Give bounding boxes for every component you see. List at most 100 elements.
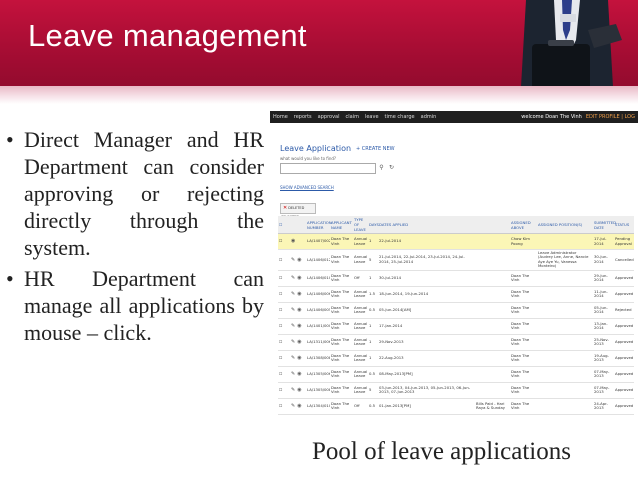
application-number[interactable]: LA/1311/0065 — [306, 334, 330, 351]
dates-applied: 17-Jan-2014 — [378, 318, 475, 335]
search-icon[interactable]: ⚲ — [377, 163, 386, 172]
row-checkbox[interactable]: ☐ — [278, 382, 290, 399]
table-row[interactable]: ☐✎◉LA/1305/0065Doan The VinhAnnual Leave… — [278, 366, 634, 383]
row-checkbox[interactable]: ☐ — [278, 366, 290, 383]
edit-icon[interactable]: ✎ — [291, 339, 295, 345]
leave-type: Off — [353, 270, 368, 287]
row-actions: ✎ ◉ — [290, 366, 306, 383]
assigned-above: Doan The Vinh — [510, 270, 537, 287]
nav-item-time-charge[interactable]: time charge — [385, 114, 415, 120]
table-row[interactable]: ☐✎◉LA/1308/0089Doan The VinhAnnual Leave… — [278, 350, 634, 367]
leave-type: Annual Leave — [353, 350, 368, 367]
search-input[interactable] — [280, 163, 376, 174]
table-row[interactable]: ☐✎◉LA/1305/0089Doan The VinhAnnual Leave… — [278, 382, 634, 399]
table-row[interactable]: ☐◉LA/1407/0020Doan The VinhAnnual Leave1… — [278, 233, 634, 250]
table-row[interactable]: ☐✎◉LA/1406/0123Doan The VinhAnnual Leave… — [278, 249, 634, 271]
column-header-assigned-positions[interactable]: ASSIGNED POSITION(S) — [537, 216, 593, 234]
refresh-icon[interactable]: ↻ — [387, 163, 396, 172]
column-header-applicant-name[interactable]: APPLICANT NAME — [330, 216, 353, 234]
edit-icon[interactable]: ✎ — [291, 403, 295, 409]
edit-icon[interactable]: ✎ — [291, 307, 295, 313]
application-number[interactable]: LA/1406/0101 — [306, 270, 330, 287]
nav-item-approval[interactable]: approval — [318, 114, 340, 120]
view-icon[interactable]: ◉ — [297, 355, 301, 361]
table-row[interactable]: ☐✎◉LA/1406/0069Doan The VinhAnnual Leave… — [278, 286, 634, 303]
table-row[interactable]: ☐✎◉LA/1406/0101Doan The VinhOff130-Jul-2… — [278, 270, 634, 287]
column-header-assigned-above[interactable]: ASSIGNED ABOVE — [510, 216, 537, 234]
row-checkbox[interactable]: ☐ — [278, 249, 290, 271]
edit-icon[interactable]: ✎ — [291, 291, 295, 297]
application-number[interactable]: LA/1305/0065 — [306, 366, 330, 383]
row-checkbox[interactable]: ☐ — [278, 270, 290, 287]
table-row[interactable]: ☐✎◉LA/1406/0058Doan The VinhAnnual Leave… — [278, 302, 634, 319]
edit-profile-link[interactable]: EDIT PROFILE | LOG — [586, 114, 635, 120]
view-icon[interactable]: ◉ — [297, 371, 301, 377]
assigned-positions: Leave Administrator (Audrey Lee, Anne, N… — [537, 249, 593, 271]
application-number[interactable]: LA/1308/0089 — [306, 350, 330, 367]
nav-item-reports[interactable]: reports — [294, 114, 312, 120]
row-checkbox[interactable]: ☐ — [278, 334, 290, 351]
view-icon[interactable]: ◉ — [297, 275, 301, 281]
dates-applied: 22-Aug-2013 — [378, 350, 475, 367]
column-header-application-number[interactable]: APPLICATION NUMBER — [306, 216, 332, 234]
view-icon[interactable]: ◉ — [297, 307, 301, 313]
nav-item-admin[interactable]: admin — [421, 114, 437, 120]
edit-icon[interactable]: ✎ — [291, 257, 295, 263]
column-header-submitted-date[interactable]: SUBMITTED DATE — [593, 216, 616, 234]
view-icon[interactable]: ◉ — [297, 291, 301, 297]
leave-type: Annual Leave — [353, 233, 368, 250]
column-header-dates-applied[interactable]: DATES APPLIED — [378, 216, 475, 234]
edit-icon[interactable]: ✎ — [291, 323, 295, 329]
edit-icon[interactable]: ✎ — [291, 387, 295, 393]
application-number[interactable]: LA/1406/0058 — [306, 302, 330, 319]
row-checkbox[interactable]: ☐ — [278, 233, 290, 250]
view-icon[interactable]: ◉ — [291, 238, 295, 244]
edit-icon[interactable]: ✎ — [291, 355, 295, 361]
dates-applied: 18-Jun-2014, 19-Jun-2014 — [378, 286, 475, 303]
figure-caption: Pool of leave applications — [312, 438, 571, 465]
table-row[interactable]: ☐✎◉LA/1311/0065Doan The VinhAnnual Leave… — [278, 334, 634, 351]
view-icon[interactable]: ◉ — [297, 257, 301, 263]
row-actions: ✎ ◉ — [290, 334, 306, 351]
delete-selected-button[interactable]: ✕DELETED SELECTED — [280, 203, 316, 219]
application-number[interactable]: LA/1305/0089 — [306, 382, 330, 399]
table-row[interactable]: ☐✎◉LA/1401/0008Doan The VinhAnnual Leave… — [278, 318, 634, 335]
application-number[interactable]: LA/1406/0123 — [306, 249, 330, 271]
application-number[interactable]: LA/1401/0008 — [306, 318, 330, 335]
create-new-button[interactable]: + CREATE NEW — [356, 146, 395, 152]
edit-icon[interactable]: ✎ — [291, 275, 295, 281]
leave-note — [475, 366, 510, 383]
leave-days: 5 — [368, 382, 378, 399]
nav-item-home[interactable]: Home — [273, 114, 288, 120]
column-header-status[interactable]: STATUS — [614, 216, 634, 234]
view-icon[interactable]: ◉ — [297, 323, 301, 329]
view-icon[interactable]: ◉ — [297, 387, 301, 393]
advanced-search-link[interactable]: SHOW ADVANCED SEARCH — [280, 185, 334, 190]
application-number[interactable]: LA/1304/0100 — [306, 398, 330, 415]
view-icon[interactable]: ◉ — [297, 339, 301, 345]
assigned-positions — [537, 398, 593, 415]
application-number[interactable]: LA/1406/0069 — [306, 286, 330, 303]
row-checkbox[interactable]: ☐ — [278, 398, 290, 415]
assigned-above: Doan The Vinh — [510, 398, 537, 415]
table-header-row: ☐ APPLICATION NUMBER APPLICANT NAME TYPE… — [278, 216, 634, 234]
nav-item-leave[interactable]: leave — [365, 114, 379, 120]
application-number[interactable]: LA/1407/0020 — [306, 233, 330, 250]
nav-item-claim[interactable]: claim — [346, 114, 359, 120]
column-header-note — [475, 216, 510, 234]
edit-icon[interactable]: ✎ — [291, 371, 295, 377]
column-header-days[interactable]: DAYS — [368, 216, 379, 234]
dates-applied: 05-Jun-2014[AM] — [378, 302, 475, 319]
row-actions: ✎ ◉ — [290, 286, 306, 303]
table-row[interactable]: ☐✎◉LA/1304/0100Doan The VinhOff0.501-Jan… — [278, 398, 634, 415]
top-nav: Home reports approval claim leave time c… — [270, 111, 638, 123]
row-checkbox[interactable]: ☐ — [278, 286, 290, 303]
welcome-text: welcome Doan The Vinh — [521, 114, 582, 120]
row-actions: ✎ ◉ — [290, 350, 306, 367]
view-icon[interactable]: ◉ — [297, 403, 301, 409]
column-header-type-of-leave[interactable]: TYPE OF LEAVE — [353, 216, 368, 234]
row-checkbox[interactable]: ☐ — [278, 350, 290, 367]
row-checkbox[interactable]: ☐ — [278, 318, 290, 335]
row-checkbox[interactable]: ☐ — [278, 302, 290, 319]
select-all-checkbox[interactable]: ☐ — [278, 216, 290, 234]
